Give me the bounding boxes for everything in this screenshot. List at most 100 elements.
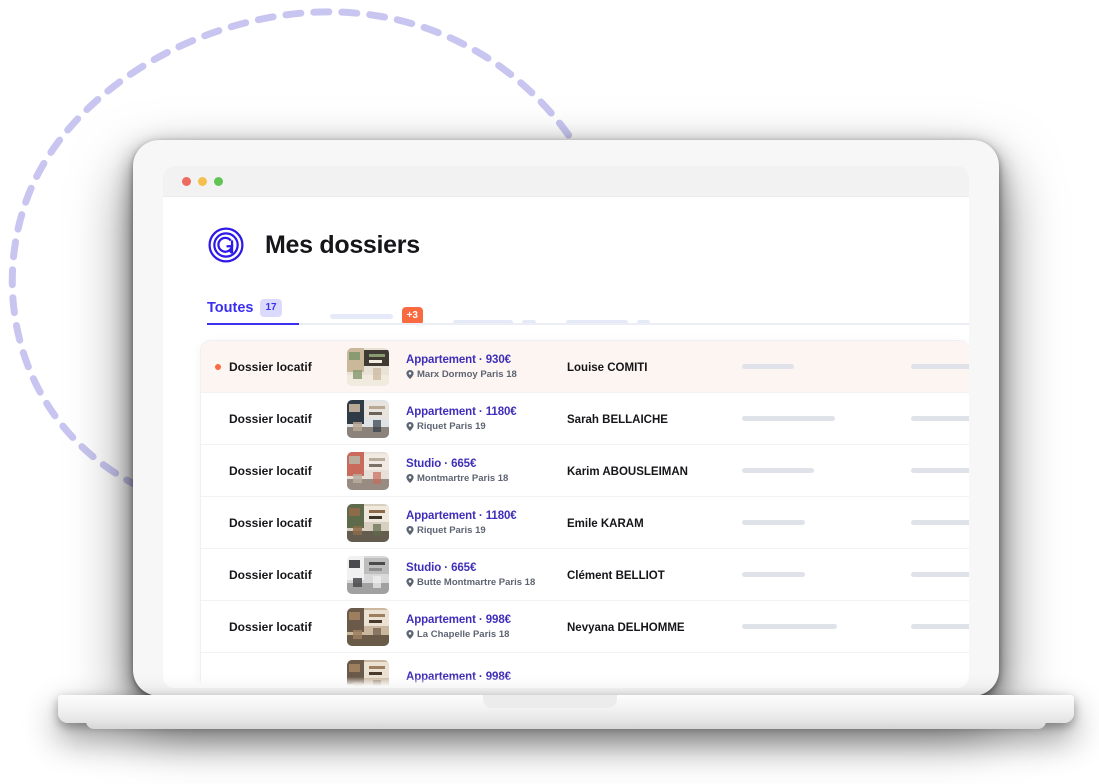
row-type-label: Dossier locatif [229,515,312,530]
row-skeleton-cell-a [714,676,885,681]
row-tenant-name: Karim ABOUSLEIMAN [567,465,688,478]
table-row[interactable]: Dossier locatif Appartement · 998€ La Ch… [201,601,969,653]
minimize-yellow-icon[interactable] [198,176,207,186]
map-pin-icon [406,525,414,535]
row-listing-title: Studio · 665€ [406,457,477,470]
row-location-label: Riquet Paris 19 [417,524,486,536]
table-row[interactable]: Dossier locatif Appartement · 930€ Marx … [201,341,969,393]
row-status-dot [215,416,221,422]
row-tenant-cell: Emile KARAM [561,514,714,532]
map-pin-icon [406,369,414,379]
row-listing-cell[interactable]: Studio · 665€ Butte Montmartre Paris 18 [395,562,561,588]
row-type-cell: Dossier locatif [201,568,347,582]
row-thumbnail[interactable] [347,347,395,386]
row-tenant-name: Clément BELLIOT [567,569,665,582]
row-tenant-cell: Sarah BELLAICHE [561,410,714,428]
row-thumbnail[interactable] [347,607,395,646]
close-red-icon[interactable] [182,176,191,186]
app-header: Mes dossiers [163,197,969,264]
row-skeleton-cell-b [885,468,969,473]
row-listing-cell[interactable]: Appartement · 998€ La Chapelle Paris 18 [395,614,561,640]
row-listing-cell[interactable]: Appartement · 930€ Marx Dormoy Paris 18 [395,354,561,380]
table-row[interactable]: Dossier locatif Studio · 665€ Montmartre… [201,445,969,497]
tab-toutes-label: Toutes [207,300,254,316]
row-listing-title: Appartement · 930€ [406,353,511,366]
row-skeleton-cell-b [885,364,969,369]
row-skeleton-cell-a [714,572,885,577]
row-skeleton-bar [911,468,969,473]
row-listing-title: Appartement · 998€ [406,671,511,683]
row-listing-cell[interactable]: Appartement · 1180€ Riquet Paris 19 [395,406,561,432]
row-type-label: Dossier locatif [229,411,312,426]
row-skeleton-cell-b [885,416,969,421]
row-skeleton-bar [742,520,805,525]
row-skeleton-bar [911,520,969,525]
row-location-label: La Chapelle Paris 18 [417,628,510,640]
table-row[interactable]: Dossier locatif Appartement · 1180€ Riqu… [201,393,969,445]
circled-g-logo-icon [208,227,244,263]
laptop-screen: Mes dossiers Toutes 17 +3 Dossier locati… [163,166,969,688]
row-skeleton-cell-a [714,468,885,473]
row-location-label: Riquet Paris 19 [417,420,486,432]
row-tenant-name: Nevyana DELHOMME [567,621,685,634]
row-listing-location: Montmartre Paris 18 [406,473,561,484]
row-skeleton-bar [742,468,814,473]
row-skeleton-bar [742,416,835,421]
table-row[interactable]: Appartement · 998€ [201,653,969,688]
row-location-label: Marx Dormoy Paris 18 [417,368,517,380]
row-type-label: Dossier locatif [229,359,312,374]
row-skeleton-cell-a [714,624,885,629]
row-status-dot [215,468,221,474]
row-listing-location: Riquet Paris 19 [406,421,561,432]
row-skeleton-cell-b [885,676,969,681]
page-title: Mes dossiers [265,230,420,259]
row-tenant-cell: Louise COMITI [561,358,714,376]
row-type-cell: Dossier locatif [201,464,347,478]
row-skeleton-bar [742,572,805,577]
row-listing-cell[interactable]: Appartement · 1180€ Riquet Paris 19 [395,510,561,536]
row-listing-cell[interactable]: Appartement · 998€ [395,671,561,686]
row-thumbnail[interactable] [347,659,395,688]
row-tenant-cell: Karim ABOUSLEIMAN [561,462,714,480]
table-row[interactable]: Dossier locatif Appartement · 1180€ Riqu… [201,497,969,549]
mockup-stage: Mes dossiers Toutes 17 +3 Dossier locati… [0,0,1099,784]
row-thumbnail[interactable] [347,451,395,490]
tab-skeleton-bar [329,313,393,319]
row-thumbnail[interactable] [347,503,395,542]
table-row[interactable]: Dossier locatif Studio · 665€ Butte Mont… [201,549,969,601]
row-type-label: Dossier locatif [229,619,312,634]
row-tenant-name: Sarah BELLAICHE [567,413,668,426]
row-skeleton-cell-b [885,572,969,577]
row-status-dot [215,572,221,578]
row-skeleton-cell-a [714,416,885,421]
row-status-dot [215,520,221,526]
row-skeleton-bar [911,416,969,421]
laptop-base-foot [86,720,1046,729]
row-thumbnail[interactable] [347,555,395,594]
row-type-label: Dossier locatif [229,463,312,478]
maximize-green-icon[interactable] [214,176,223,186]
map-pin-icon [406,421,414,431]
tab-toutes[interactable]: Toutes 17 [207,291,300,325]
row-skeleton-cell-b [885,624,969,629]
tab-bar-underline [207,323,969,325]
row-skeleton-bar [742,364,794,369]
app-viewport: Mes dossiers Toutes 17 +3 Dossier locati… [163,197,969,688]
row-listing-title: Appartement · 1180€ [406,405,517,418]
row-listing-location: Riquet Paris 19 [406,525,561,536]
row-listing-cell[interactable]: Studio · 665€ Montmartre Paris 18 [395,458,561,484]
row-tenant-name: Emile KARAM [567,517,644,530]
row-skeleton-bar [911,624,969,629]
row-type-cell: Dossier locatif [201,516,347,530]
row-skeleton-bar [911,572,969,577]
row-tenant-name: Louise COMITI [567,361,648,374]
row-skeleton-cell-b [885,520,969,525]
row-thumbnail[interactable] [347,399,395,438]
row-skeleton-cell-a [714,520,885,525]
browser-chrome [163,166,969,197]
row-status-dot [215,676,221,682]
laptop-base-notch [483,695,617,708]
row-listing-location: Marx Dormoy Paris 18 [406,369,561,380]
row-listing-title: Appartement · 1180€ [406,509,517,522]
row-type-label: Dossier locatif [229,567,312,582]
